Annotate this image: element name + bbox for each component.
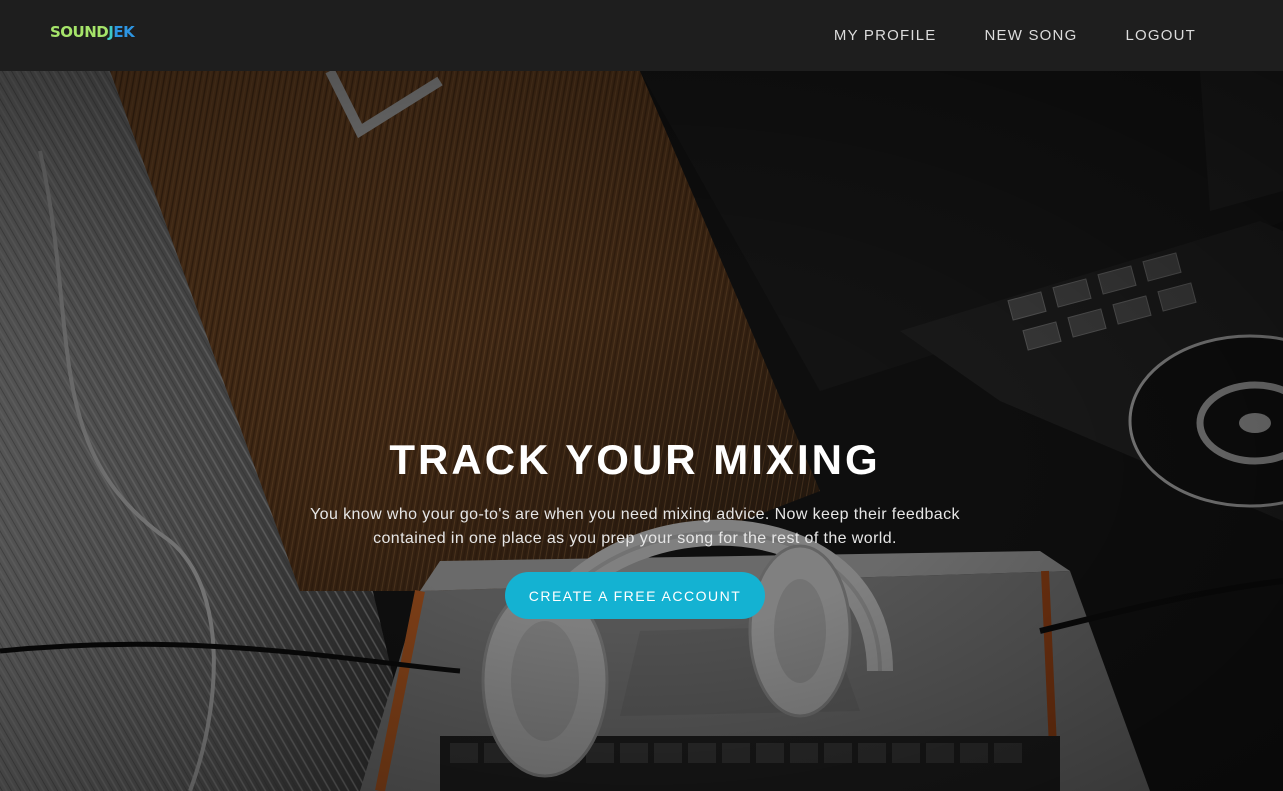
soundjek-logo[interactable]: SOUNDJEK [50,22,135,42]
create-account-button[interactable]: CREATE A FREE ACCOUNT [505,572,765,619]
hero-section: TRACK YOUR MIXING You know who your go-t… [0,71,1283,791]
nav-my-profile[interactable]: MY PROFILE [834,27,937,44]
nav-new-song[interactable]: NEW SONG [985,27,1078,44]
top-navbar: SOUNDJEK MY PROFILE NEW SONG LOGOUT [0,0,1283,71]
hero-subtext: You know who your go-to's are when you n… [310,506,960,547]
logo-letters-ek: EK [113,23,135,41]
logo-letters-sound: SOUND [50,23,109,41]
hero-content: TRACK YOUR MIXING You know who your go-t… [0,71,1283,791]
nav-logout[interactable]: LOGOUT [1125,27,1196,44]
main-nav: MY PROFILE NEW SONG LOGOUT [834,0,1196,71]
hero-headline: TRACK YOUR MIXING [389,436,881,483]
